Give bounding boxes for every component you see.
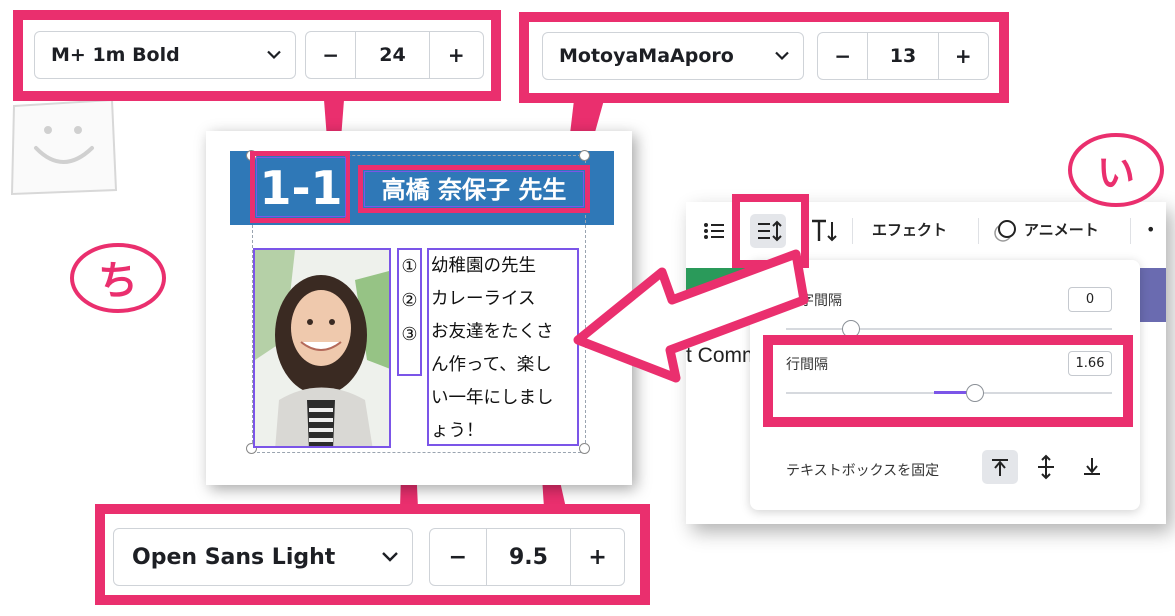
body-text-box[interactable]: 幼稚園の先生 カレーライス お友達をたくさ ん作って、楽し い一年にしまし ょう… [427, 248, 579, 446]
annotation-circle-left: ち [66, 238, 170, 318]
anchor-middle-button[interactable] [1028, 450, 1064, 484]
anchor-label: テキストボックスを固定 [786, 463, 940, 479]
font-size-stepper[interactable]: − 24 + [305, 31, 484, 79]
chevron-down-icon [267, 50, 281, 60]
body-line: ん作って、楽し [431, 355, 552, 375]
divider [1130, 218, 1131, 244]
body-line: お友達をたくさ [431, 322, 554, 342]
animate-button[interactable]: アニメート [1024, 219, 1099, 240]
text-direction-icon[interactable] [810, 218, 840, 244]
letter-spacing-label: 文字間隔 [786, 293, 842, 309]
body-line: 幼稚園の先生 [431, 256, 536, 276]
selection-handle[interactable] [579, 443, 590, 454]
decrease-size-button[interactable]: − [818, 33, 867, 79]
divider [978, 218, 979, 244]
teacher-name[interactable]: 高橋 奈保子 先生 [364, 171, 584, 207]
annotation-circle-right: い [1064, 128, 1168, 212]
letter-spacing-track[interactable] [786, 328, 1112, 330]
body-line: い一年にしまし [431, 388, 554, 408]
selection-handle[interactable] [579, 150, 590, 161]
increase-size-button[interactable]: + [430, 32, 483, 78]
body-line: カレーライス [431, 289, 536, 309]
font-toolbar-name: MotoyaMaAporo − 13 + [519, 12, 1009, 103]
animate-icon[interactable] [992, 218, 1018, 244]
spacing-button-highlight [732, 194, 809, 268]
anchor-bottom-icon [1084, 458, 1100, 475]
teacher-photo[interactable] [253, 248, 391, 448]
name-card: 1-1 高橋 奈保子 先生 ① ② ③ 幼稚園の先生 カレーライス お友達をたく… [206, 131, 632, 485]
font-family-name: M+ 1m Bold [51, 44, 180, 66]
font-size-value[interactable]: 13 [867, 33, 939, 79]
body-line: ょう！ [431, 421, 484, 441]
anchor-top-icon [992, 459, 1008, 476]
chevron-down-icon [775, 51, 789, 61]
sticky-note-smiley [8, 96, 120, 196]
anchor-top-button[interactable] [982, 450, 1018, 484]
canvas-green-strip [686, 268, 756, 322]
font-family-select[interactable]: Open Sans Light [113, 528, 413, 586]
font-family-name: Open Sans Light [132, 544, 336, 570]
font-family-select[interactable]: M+ 1m Bold [34, 31, 296, 79]
anchor-middle-icon [1038, 454, 1054, 480]
canvas-partial-text: t Comm [686, 344, 760, 367]
portrait-image [255, 250, 389, 446]
anchor-bottom-button[interactable] [1074, 450, 1110, 484]
increase-size-button[interactable]: + [939, 33, 988, 79]
list-number: ② [401, 290, 418, 311]
list-numbers-box[interactable]: ① ② ③ [397, 248, 422, 376]
effects-button[interactable]: エフェクト [872, 219, 947, 240]
font-family-name: MotoyaMaAporo [559, 45, 734, 67]
font-size-value[interactable]: 24 [355, 32, 430, 78]
list-number: ③ [401, 324, 418, 345]
list-number: ① [401, 256, 418, 277]
font-size-value[interactable]: 9.5 [485, 529, 572, 585]
decrease-size-button[interactable]: − [306, 32, 355, 78]
font-size-stepper[interactable]: − 13 + [817, 32, 989, 80]
line-spacing-highlight [763, 335, 1133, 427]
list-icon[interactable] [702, 220, 726, 242]
annotation-text-left: ち [98, 258, 138, 304]
more-button[interactable]: • [1146, 220, 1155, 239]
font-family-select[interactable]: MotoyaMaAporo [542, 32, 804, 80]
decrease-size-button[interactable]: − [430, 529, 486, 585]
increase-size-button[interactable]: + [571, 529, 624, 585]
chevron-down-icon [382, 552, 398, 562]
card-number[interactable]: 1-1 [256, 157, 346, 217]
font-toolbar-title: M+ 1m Bold − 24 + [13, 10, 501, 101]
letter-spacing-input[interactable]: 0 [1068, 287, 1112, 312]
font-size-stepper[interactable]: − 9.5 + [429, 528, 625, 586]
annotation-text-right: い [1096, 151, 1135, 195]
divider [852, 218, 853, 244]
font-toolbar-body: Open Sans Light − 9.5 + [95, 504, 650, 605]
